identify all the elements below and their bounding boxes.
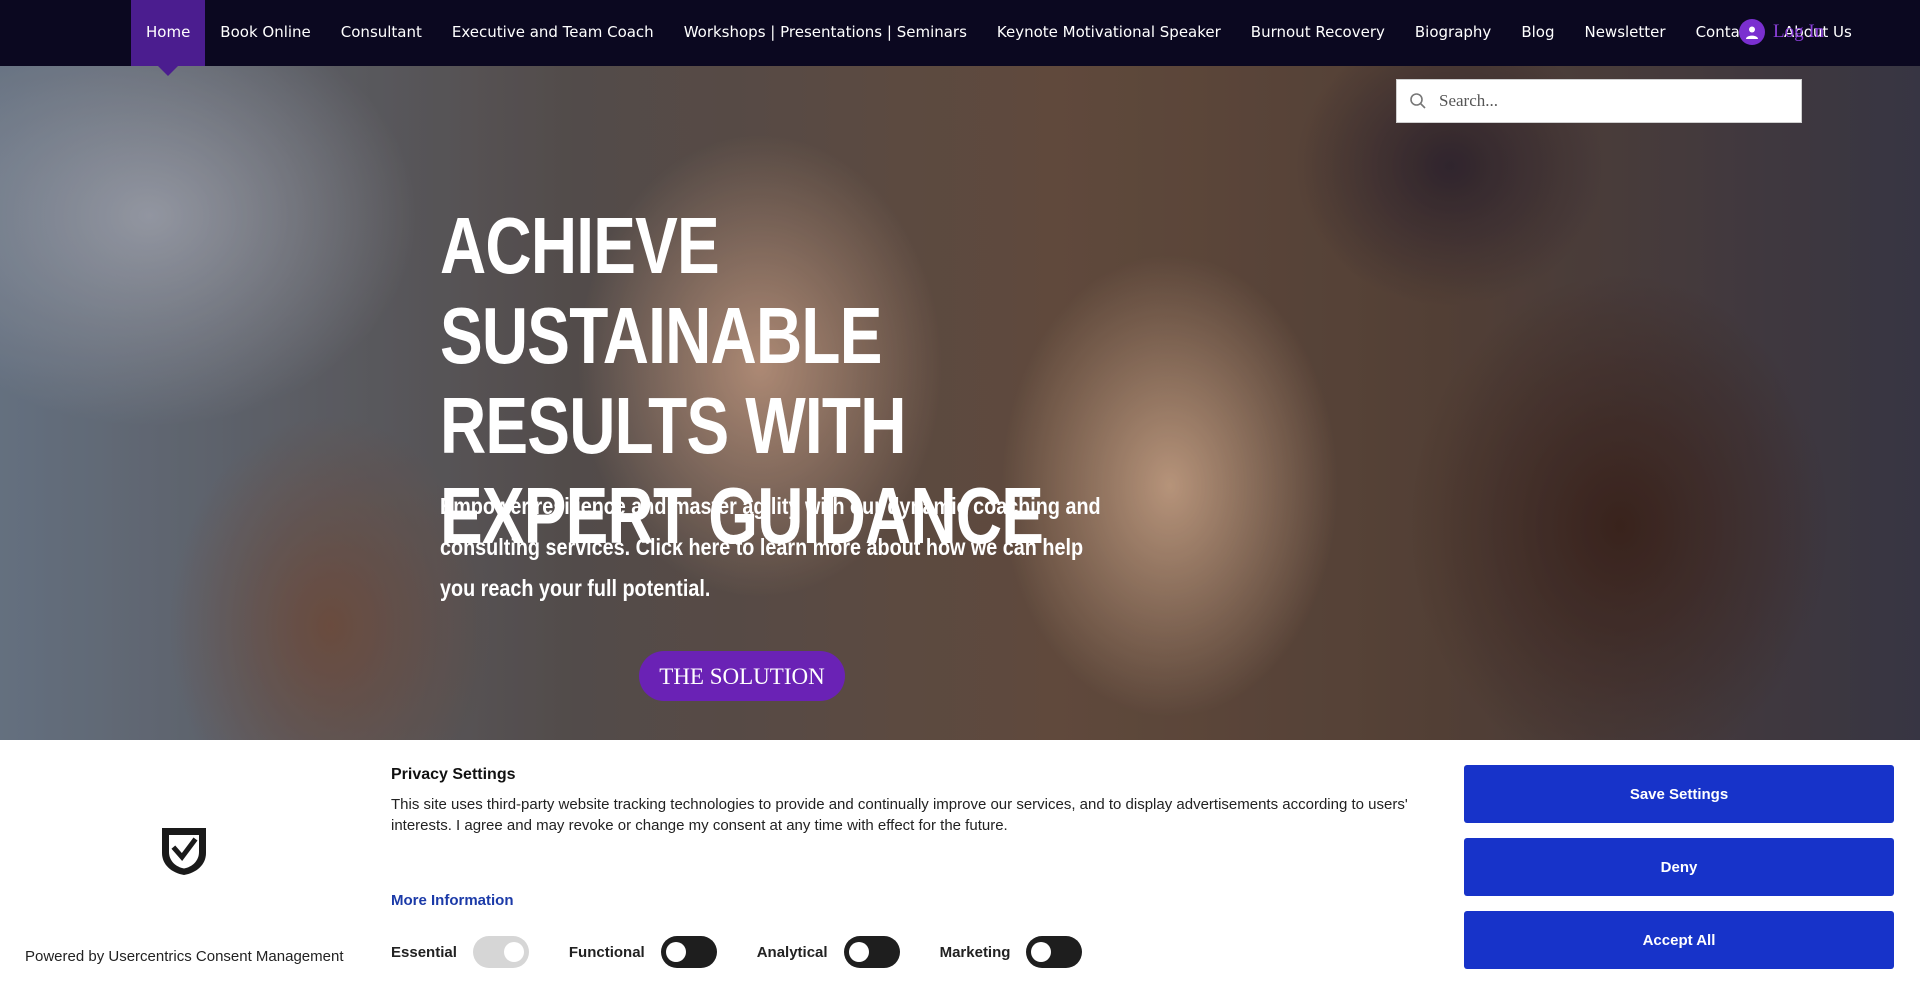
powered-by-text: Powered by Usercentrics Consent Manageme… xyxy=(25,948,344,965)
nav-item-book-online[interactable]: Book Online xyxy=(205,0,325,66)
functional-toggle[interactable] xyxy=(660,936,717,968)
consent-toggles: Essential Functional Analytical Marketin… xyxy=(391,936,1122,968)
nav-item-keynote-speaker[interactable]: Keynote Motivational Speaker xyxy=(982,0,1236,66)
nav-item-blog[interactable]: Blog xyxy=(1506,0,1569,66)
search-bar[interactable] xyxy=(1396,79,1802,123)
shield-check-icon xyxy=(162,828,206,875)
login-label: Log In xyxy=(1773,21,1825,42)
toggle-label-marketing: Marketing xyxy=(939,943,1011,961)
toggle-knob xyxy=(848,942,869,962)
toggle-knob xyxy=(1031,942,1052,962)
user-avatar-icon xyxy=(1739,19,1765,45)
marketing-toggle[interactable] xyxy=(1026,936,1083,968)
nav-item-consultant[interactable]: Consultant xyxy=(326,0,437,66)
privacy-consent-banner: Powered by Usercentrics Consent Manageme… xyxy=(0,740,1920,993)
top-navigation: Home Book Online Consultant Executive an… xyxy=(0,0,1920,76)
toggle-knob xyxy=(665,942,686,962)
search-input[interactable] xyxy=(1437,90,1781,112)
save-settings-button[interactable]: Save Settings xyxy=(1464,765,1894,823)
toggle-label-essential: Essential xyxy=(391,943,457,961)
the-solution-button[interactable]: THE SOLUTION xyxy=(639,651,845,701)
more-information-link[interactable]: More Information xyxy=(391,892,514,909)
nav-item-biography[interactable]: Biography xyxy=(1400,0,1506,66)
hero-subtitle[interactable]: Empower resilience and master agility wi… xyxy=(440,486,1119,609)
deny-button[interactable]: Deny xyxy=(1464,838,1894,896)
nav-item-newsletter[interactable]: Newsletter xyxy=(1569,0,1680,66)
search-icon xyxy=(1410,93,1426,109)
toggle-knob xyxy=(503,942,524,962)
toggle-label-functional: Functional xyxy=(568,943,645,961)
nav-item-home[interactable]: Home xyxy=(131,0,206,76)
nav-item-workshops[interactable]: Workshops | Presentations | Seminars xyxy=(669,0,982,66)
nav-item-executive-team-coach[interactable]: Executive and Team Coach xyxy=(437,0,669,66)
nav-item-burnout-recovery[interactable]: Burnout Recovery xyxy=(1236,0,1400,66)
analytical-toggle[interactable] xyxy=(843,936,900,968)
essential-toggle xyxy=(472,936,529,968)
toggle-label-analytical: Analytical xyxy=(756,943,828,961)
user-icon xyxy=(1746,26,1758,39)
accept-all-button[interactable]: Accept All xyxy=(1464,911,1894,969)
privacy-description: This site uses third-party website track… xyxy=(391,796,1408,834)
privacy-settings-title: Privacy Settings xyxy=(391,766,516,783)
nav-menu: Home Book Online Consultant Executive an… xyxy=(131,0,1867,76)
login-button[interactable]: Log In xyxy=(1739,16,1824,48)
